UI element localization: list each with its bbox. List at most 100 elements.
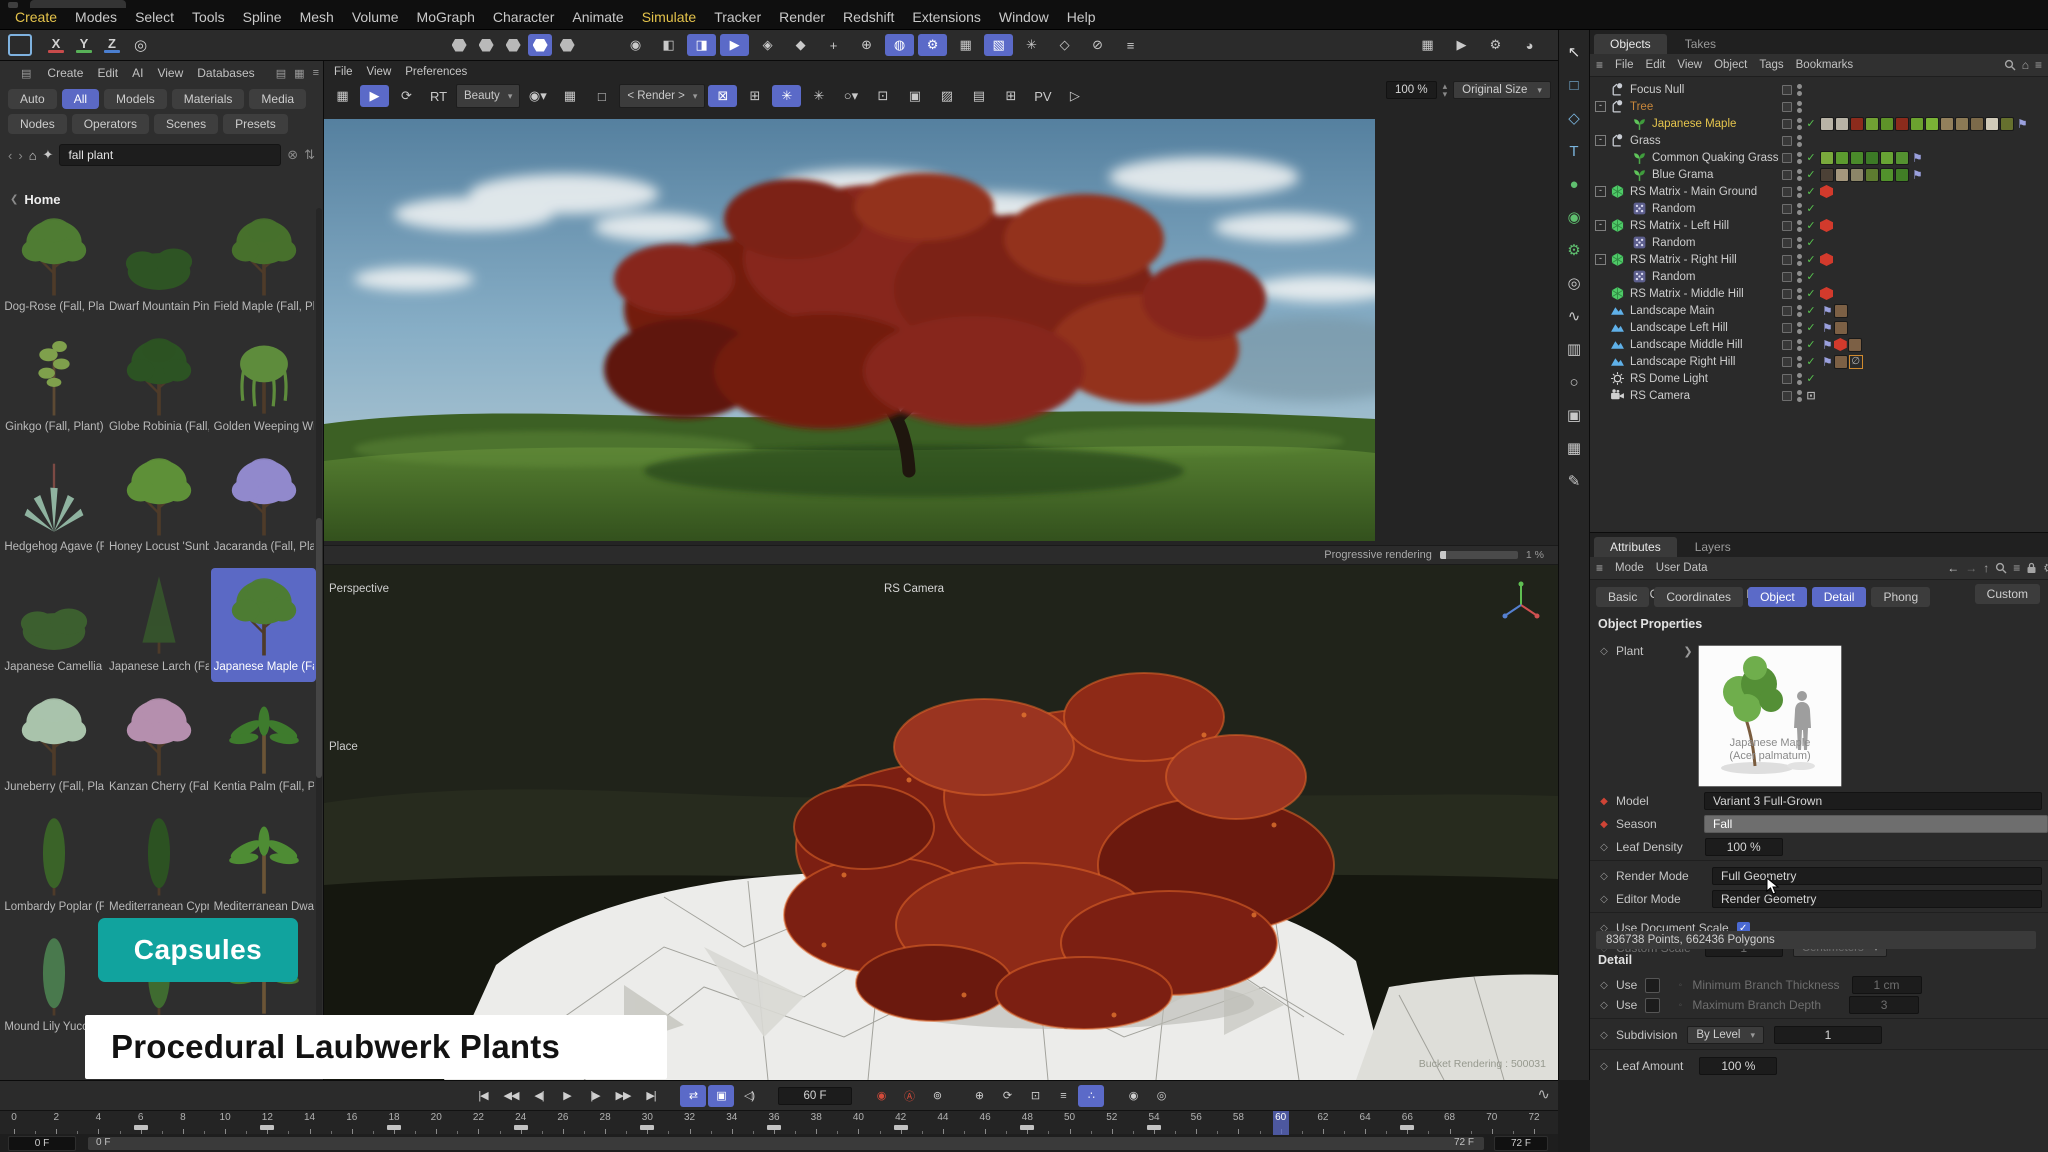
- expand-toggle[interactable]: [1595, 101, 1606, 112]
- layer-chip[interactable]: [1782, 255, 1792, 265]
- image-icon[interactable]: ▤: [964, 85, 993, 107]
- keyframe-settings-button[interactable]: ⊚: [924, 1085, 950, 1107]
- model-dropdown[interactable]: Variant 3 Full-Grown: [1704, 792, 2042, 810]
- grid-icon[interactable]: ⊞: [740, 85, 769, 107]
- layer-chip[interactable]: [1782, 119, 1792, 129]
- layer-chip[interactable]: [1782, 323, 1792, 333]
- keyframe-marker[interactable]: [1400, 1125, 1414, 1130]
- param-diamond[interactable]: ◇: [1598, 1000, 1610, 1011]
- material-swatch[interactable]: [1940, 117, 1954, 131]
- home-icon[interactable]: ⌂: [2022, 58, 2029, 72]
- layer-chip[interactable]: [1782, 238, 1792, 248]
- param-diamond[interactable]: ◇: [1598, 646, 1610, 657]
- tool-icon-4[interactable]: ▶: [720, 34, 749, 56]
- file-icon[interactable]: ▷: [1060, 85, 1089, 107]
- menu-item[interactable]: Extensions: [903, 5, 989, 29]
- layer-chip[interactable]: [1782, 153, 1792, 163]
- expand-toggle[interactable]: [1595, 254, 1606, 265]
- asset-item[interactable]: Japanese Larch (Fall, Pl...: [107, 568, 212, 682]
- camera-tool-icon[interactable]: ▣: [1562, 403, 1586, 427]
- filter-chip[interactable]: Auto: [8, 89, 57, 109]
- goto-end-button[interactable]: ▶|: [638, 1085, 664, 1107]
- sphere-sim-icon[interactable]: ●: [1562, 172, 1586, 196]
- flag-tag[interactable]: ⚑: [1822, 305, 1833, 317]
- filter-chip[interactable]: All: [62, 89, 99, 109]
- enable-check[interactable]: ✓: [1802, 321, 1820, 334]
- panel-menu-icon[interactable]: ≡: [309, 67, 323, 80]
- material-swatch[interactable]: [1955, 117, 1969, 131]
- key-position-button[interactable]: ⊕: [966, 1085, 992, 1107]
- enable-check[interactable]: ✓: [1802, 185, 1820, 198]
- gear-icon[interactable]: ⚙: [2043, 561, 2048, 575]
- capsule-hex-4[interactable]: [528, 34, 552, 56]
- enable-check[interactable]: ✓: [1802, 338, 1820, 351]
- timeline-ruler[interactable]: 0246810121416182022242628303234363840424…: [0, 1110, 1558, 1135]
- material-swatch[interactable]: [1820, 168, 1834, 182]
- object-row[interactable]: Landscape Right Hill ✓ ⚑∅: [1590, 353, 2048, 370]
- hamburger-icon[interactable]: ≡: [1596, 561, 1603, 575]
- material-swatch[interactable]: [1835, 168, 1849, 182]
- object-row[interactable]: RS Dome Light ✓: [1590, 370, 2048, 387]
- asset-item[interactable]: Jacaranda (Fall, Plant): [211, 448, 316, 562]
- enable-check[interactable]: ✓: [1802, 355, 1820, 368]
- interactive-render-button[interactable]: ◕: [1515, 34, 1544, 56]
- layer-chip[interactable]: [1782, 102, 1792, 112]
- animation-curves-icon[interactable]: ∿: [1537, 1085, 1550, 1103]
- material-swatch[interactable]: [1865, 151, 1879, 165]
- menu-item[interactable]: Animate: [563, 5, 632, 29]
- enable-check[interactable]: ✓: [1802, 151, 1820, 164]
- search-input[interactable]: [59, 144, 281, 166]
- attribute-menu-item[interactable]: User Data: [1650, 561, 1714, 575]
- pen-tool-icon[interactable]: ✎: [1562, 469, 1586, 493]
- menu-item[interactable]: Tracker: [705, 5, 770, 29]
- layer-chip[interactable]: [1782, 306, 1792, 316]
- goto-start-button[interactable]: |◀: [470, 1085, 496, 1107]
- enable-check[interactable]: ✓: [1802, 287, 1820, 300]
- enable-check[interactable]: ✓: [1802, 372, 1820, 385]
- material-swatch[interactable]: [1820, 151, 1834, 165]
- attribute-tab-chip[interactable]: Phong: [1871, 587, 1930, 607]
- panel-tab[interactable]: Objects: [1594, 34, 1667, 54]
- size-dropdown[interactable]: Original Size: [1453, 81, 1551, 99]
- filter-chip[interactable]: Nodes: [8, 114, 67, 134]
- material-swatch[interactable]: [1834, 304, 1848, 318]
- capsule-hex-3[interactable]: [501, 34, 525, 56]
- axis-lock-button[interactable]: Z: [100, 37, 124, 53]
- material-swatch[interactable]: [1895, 168, 1909, 182]
- object-row[interactable]: Common Quaking Grass ✓ ⚑: [1590, 149, 2048, 166]
- keyframe-marker[interactable]: [387, 1125, 401, 1130]
- asset-item[interactable]: Field Maple (Fall, Plant): [211, 208, 316, 322]
- tool-icon-7[interactable]: +: [819, 34, 848, 56]
- param-diamond[interactable]: ◇: [1598, 980, 1610, 991]
- keyframe-marker[interactable]: [640, 1125, 654, 1130]
- layer-chip[interactable]: [1782, 204, 1792, 214]
- grid-tool-icon[interactable]: ▦: [1562, 436, 1586, 460]
- asset-item[interactable]: Globe Robinia (Fall, Pl...: [107, 328, 212, 442]
- asset-item[interactable]: Dwarf Mountain Pine (...: [107, 208, 212, 322]
- sound-button[interactable]: ◁): [736, 1085, 762, 1107]
- menu-item[interactable]: Help: [1058, 5, 1105, 29]
- enable-check[interactable]: ✓: [1802, 168, 1820, 181]
- material-swatch[interactable]: [1925, 117, 1939, 131]
- render-preset-dropdown[interactable]: < Render >: [619, 84, 705, 108]
- preview-range-button[interactable]: ▣: [708, 1085, 734, 1107]
- layer-chip[interactable]: [1782, 170, 1792, 180]
- menu-item[interactable]: Modes: [66, 5, 126, 29]
- pass-dropdown[interactable]: Beauty: [456, 84, 520, 108]
- object-menu-item[interactable]: Tags: [1753, 58, 1789, 72]
- render-view-menu-item[interactable]: File: [328, 65, 359, 79]
- object-row[interactable]: RS Matrix - Right Hill ✓: [1590, 251, 2048, 268]
- hamburger-icon[interactable]: ≡: [1596, 58, 1603, 72]
- menu-item[interactable]: Select: [126, 5, 183, 29]
- asset-item[interactable]: Mediterranean Cypres...: [107, 808, 212, 922]
- material-swatch[interactable]: [1820, 117, 1834, 131]
- filter-chip[interactable]: Models: [104, 89, 167, 109]
- ipr-play-icon[interactable]: ▶: [360, 85, 389, 107]
- menu-item[interactable]: Render: [770, 5, 834, 29]
- visibility-dots[interactable]: [1797, 101, 1802, 113]
- solo-button[interactable]: ◉: [1120, 1085, 1146, 1107]
- tool-icon-3[interactable]: ◨: [687, 34, 716, 56]
- redshift-tag[interactable]: [1820, 185, 1833, 198]
- material-swatch[interactable]: [1880, 117, 1894, 131]
- back-icon[interactable]: ←: [1947, 561, 1959, 575]
